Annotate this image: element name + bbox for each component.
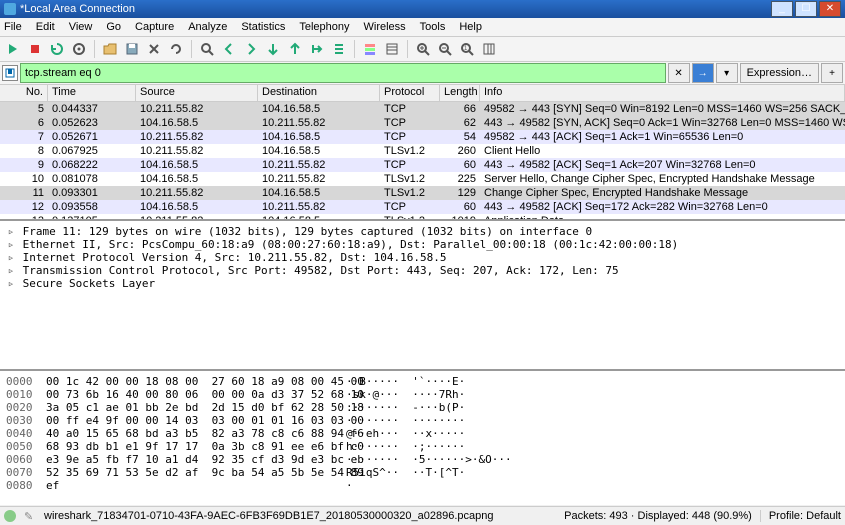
go-to-packet-button[interactable] [264,40,282,58]
hex-row[interactable]: 001000 73 6b 16 40 00 80 06 00 00 0a d3 … [6,388,839,401]
colorize-button[interactable] [361,40,379,58]
menu-telephony[interactable]: Telephony [299,21,349,33]
start-capture-button[interactable] [4,40,22,58]
details-line[interactable]: ▹ Transmission Control Protocol, Src Por… [6,264,839,277]
packet-row[interactable]: 90.068222104.16.58.510.211.55.82TCP60443… [0,158,845,172]
expand-icon[interactable]: ▹ [6,264,16,277]
zoom-reset-button[interactable]: 1 [458,40,476,58]
auto-scroll-button[interactable] [330,40,348,58]
packet-row[interactable]: 50.04433710.211.55.82104.16.58.5TCP66495… [0,102,845,116]
col-protocol[interactable]: Protocol [380,85,440,101]
packet-row[interactable]: 100.081078104.16.58.510.211.55.82TLSv1.2… [0,172,845,186]
status-bar: ✎ wireshark_71834701-0710-43FA-9AEC-6FB3… [0,506,845,525]
details-line[interactable]: ▹ Ethernet II, Src: PcsCompu_60:18:a9 (0… [6,238,839,251]
menu-capture[interactable]: Capture [135,21,174,33]
toolbar-separator [191,40,192,58]
go-back-button[interactable] [220,40,238,58]
close-file-button[interactable] [145,40,163,58]
details-line[interactable]: ▹ Secure Sockets Layer [6,277,839,290]
toolbar-separator [407,40,408,58]
capture-file-icon: ✎ [24,510,36,522]
menu-view[interactable]: View [69,21,93,33]
status-packets: Packets: 493 · Displayed: 448 (90.9%) [564,510,752,522]
packet-row[interactable]: 70.05267110.211.55.82104.16.58.5TCP54495… [0,130,845,144]
expand-icon[interactable]: ▹ [6,225,16,238]
window-title: *Local Area Connection [20,0,771,18]
hex-row[interactable]: 005068 93 db b1 e1 9f 17 17 0a 3b c8 91 … [6,440,839,453]
restart-capture-button[interactable] [48,40,66,58]
go-forward-button[interactable] [242,40,260,58]
menu-analyze[interactable]: Analyze [188,21,227,33]
stop-capture-button[interactable] [26,40,44,58]
col-time[interactable]: Time [48,85,136,101]
find-button[interactable] [198,40,216,58]
toolbar-separator [94,40,95,58]
save-file-button[interactable] [123,40,141,58]
go-first-button[interactable] [286,40,304,58]
packet-list-pane: No. Time Source Destination Protocol Len… [0,85,845,221]
display-filter-input[interactable] [20,63,666,83]
hex-row[interactable]: 003000 ff e4 9f 00 00 14 03 03 00 01 01 … [6,414,839,427]
status-filename: wireshark_71834701-0710-43FA-9AEC-6FB3F6… [44,510,494,522]
expand-icon[interactable]: ▹ [6,251,16,264]
add-filter-button[interactable]: + [821,63,843,83]
packet-row[interactable]: 120.093558104.16.58.510.211.55.82TCP6044… [0,200,845,214]
filter-bookmark-icon[interactable] [2,65,18,81]
menu-statistics[interactable]: Statistics [241,21,285,33]
packet-row[interactable]: 110.09330110.211.55.82104.16.58.5TLSv1.2… [0,186,845,200]
close-button[interactable]: ✕ [819,1,841,17]
packet-row[interactable]: 80.06792510.211.55.82104.16.58.5TLSv1.22… [0,144,845,158]
col-source[interactable]: Source [136,85,258,101]
menu-edit[interactable]: Edit [36,21,55,33]
clear-filter-button[interactable]: ✕ [668,63,690,83]
hex-row[interactable]: 007052 35 69 71 53 5e d2 af 9c ba 54 a5 … [6,466,839,479]
menu-wireless[interactable]: Wireless [364,21,406,33]
menu-file[interactable]: File [4,21,22,33]
hex-row[interactable]: 000000 1c 42 00 00 18 08 00 27 60 18 a9 … [6,375,839,388]
col-destination[interactable]: Destination [258,85,380,101]
titlebar: *Local Area Connection _ ☐ ✕ [0,0,845,18]
packet-row[interactable]: 130.13710510.211.55.82104.16.58.5TLSv1.2… [0,214,845,220]
packet-diagram-button[interactable] [383,40,401,58]
minimize-button[interactable]: _ [771,1,793,17]
zoom-out-button[interactable] [436,40,454,58]
hex-row[interactable]: 00203a 05 c1 ae 01 bb 2e bd 2d 15 d0 bf … [6,401,839,414]
hex-row[interactable]: 0080ef· [6,479,839,492]
hex-row[interactable]: 004040 a0 15 65 68 bd a3 b5 82 a3 78 c8 … [6,427,839,440]
filter-bar: ✕ → ▾ Expression… + [0,62,845,85]
col-no[interactable]: No. [0,85,48,101]
hex-row[interactable]: 0060e3 9e a5 fb f7 10 a1 d4 92 35 cf d3 … [6,453,839,466]
col-info[interactable]: Info [480,85,845,101]
resize-columns-button[interactable] [480,40,498,58]
app-icon [4,3,16,15]
status-profile[interactable]: Profile: Default [760,510,841,522]
capture-options-button[interactable] [70,40,88,58]
menu-help[interactable]: Help [459,21,482,33]
toolbar: 1 [0,37,845,62]
menubar: File Edit View Go Capture Analyze Statis… [0,18,845,37]
details-line[interactable]: ▹ Internet Protocol Version 4, Src: 10.2… [6,251,839,264]
packet-list-body[interactable]: 50.04433710.211.55.82104.16.58.5TCP66495… [0,102,845,220]
filter-history-button[interactable]: ▾ [716,63,738,83]
expert-info-icon[interactable] [4,510,16,522]
col-length[interactable]: Length [440,85,480,101]
reload-button[interactable] [167,40,185,58]
apply-filter-button[interactable]: → [692,63,714,83]
menu-go[interactable]: Go [106,21,121,33]
expand-icon[interactable]: ▹ [6,238,16,251]
zoom-in-button[interactable] [414,40,432,58]
packet-bytes-pane[interactable]: 000000 1c 42 00 00 18 08 00 27 60 18 a9 … [0,371,845,505]
maximize-button[interactable]: ☐ [795,1,817,17]
details-line[interactable]: ▹ Frame 11: 129 bytes on wire (1032 bits… [6,225,839,238]
packet-list-header: No. Time Source Destination Protocol Len… [0,85,845,102]
packet-row[interactable]: 60.052623104.16.58.510.211.55.82TCP62443… [0,116,845,130]
packet-details-pane[interactable]: ▹ Frame 11: 129 bytes on wire (1032 bits… [0,221,845,371]
open-file-button[interactable] [101,40,119,58]
menu-tools[interactable]: Tools [420,21,446,33]
expand-icon[interactable]: ▹ [6,277,16,290]
expression-button[interactable]: Expression… [740,63,819,83]
toolbar-separator [354,40,355,58]
go-last-button[interactable] [308,40,326,58]
